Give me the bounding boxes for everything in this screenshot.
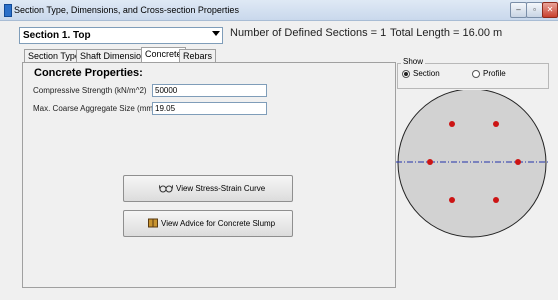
total-length: Total Length = 16.00 m xyxy=(390,27,503,39)
defined-sections-count: Number of Defined Sections = 1 xyxy=(230,27,387,39)
close-button[interactable]: ✕ xyxy=(542,2,558,18)
concrete-properties-heading: Concrete Properties: xyxy=(34,67,143,79)
compressive-strength-input[interactable]: 50000 xyxy=(152,84,267,97)
rebar-dot xyxy=(427,159,433,165)
rebar-dot xyxy=(493,121,499,127)
radio-section[interactable]: Section xyxy=(402,69,440,78)
tab-rebars[interactable]: Rebars xyxy=(179,49,217,63)
minimize-button[interactable]: – xyxy=(510,2,527,18)
tab-section-type[interactable]: Section Type xyxy=(24,49,84,63)
radio-section-dot[interactable] xyxy=(402,69,410,78)
rebar-dot xyxy=(515,159,521,165)
radio-profile-label: Profile xyxy=(483,69,506,78)
section-select-value: Section 1. Top xyxy=(23,30,91,41)
app-icon xyxy=(4,4,12,17)
section-select[interactable]: Section 1. Top xyxy=(19,27,223,44)
rebar-dot xyxy=(493,197,499,203)
aggregate-size-label: Max. Coarse Aggregate Size (mm) xyxy=(33,104,156,113)
show-group-title: Show xyxy=(401,57,426,66)
view-slump-advice-button[interactable]: View Advice for Concrete Slump xyxy=(123,210,293,237)
book-icon xyxy=(148,218,158,228)
radio-profile[interactable]: Profile xyxy=(472,69,506,78)
cross-section-drawing xyxy=(396,90,549,238)
view-stress-strain-button[interactable]: View Stress-Strain Curve xyxy=(123,175,293,202)
rebar-dot xyxy=(449,121,455,127)
view-stress-strain-label: View Stress-Strain Curve xyxy=(176,184,266,193)
rebar-dot xyxy=(449,197,455,203)
section-circle xyxy=(397,90,547,238)
window-title: Section Type, Dimensions, and Cross-sect… xyxy=(14,5,239,15)
compressive-strength-label: Compressive Strength (kN/m^2) xyxy=(33,86,147,95)
glasses-icon xyxy=(159,184,173,193)
view-slump-advice-label: View Advice for Concrete Slump xyxy=(161,219,276,228)
radio-section-label: Section xyxy=(413,69,440,78)
chevron-down-icon[interactable] xyxy=(212,31,220,36)
maximize-button[interactable]: ▫ xyxy=(526,2,543,18)
title-bar: Section Type, Dimensions, and Cross-sect… xyxy=(0,0,558,21)
radio-profile-dot[interactable] xyxy=(472,69,480,78)
aggregate-size-input[interactable]: 19.05 xyxy=(152,102,267,115)
